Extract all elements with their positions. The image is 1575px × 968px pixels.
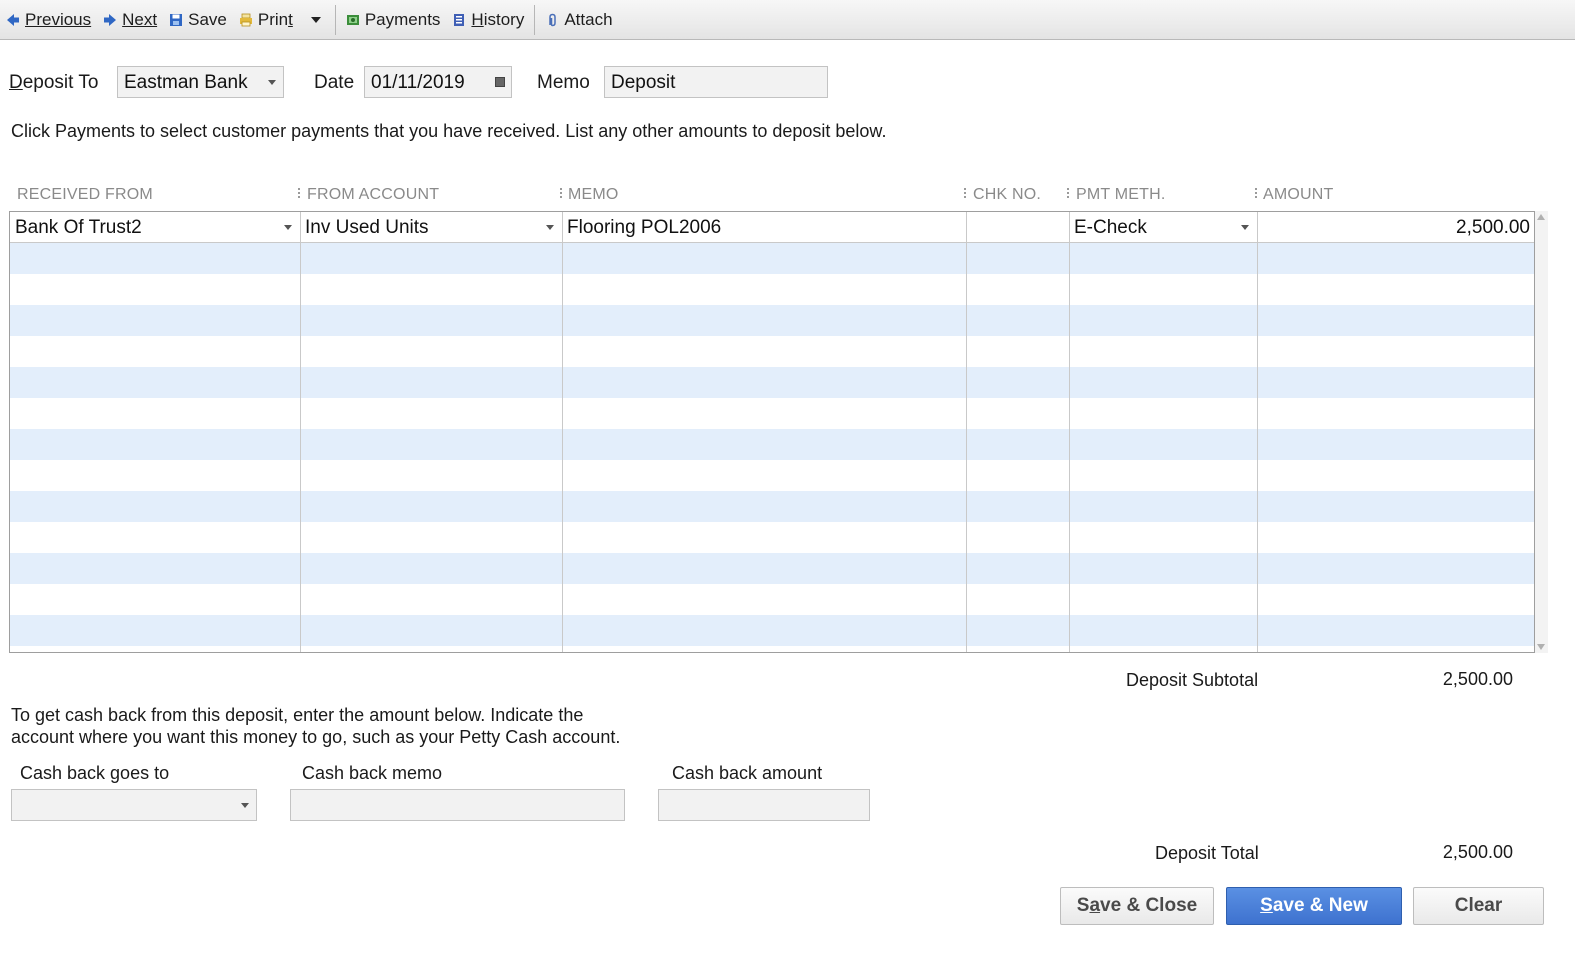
cell-amount[interactable]: 2,500.00 [1262,217,1530,239]
chevron-down-icon [268,80,276,85]
previous-label: Previous [25,9,92,29]
deposit-subtotal-value: 2,500.00 [1442,669,1513,689]
deposit-grid: Bank Of Trust2 Inv Used Units Flooring P… [9,211,1535,653]
chevron-down-icon[interactable] [284,225,292,230]
cell-memo[interactable]: Flooring POL2006 [567,217,721,239]
cash-back-goes-to-dropdown[interactable] [11,789,257,821]
cell-from-account[interactable]: Inv Used Units [305,217,429,239]
deposit-total-value: 2,500.00 [1442,842,1513,862]
save-close-button[interactable]: Save & Close [1060,887,1214,925]
table-row[interactable] [10,305,1534,336]
column-divider [562,212,563,652]
save-new-button[interactable]: Save & New [1226,887,1402,925]
save-label: Save [188,9,227,29]
arrow-right-icon [104,13,117,26]
column-header-from-account[interactable]: FROM ACCOUNT [307,186,439,204]
column-resize-handle[interactable] [964,188,966,200]
toolbar: Previous Next Save Print Payments Histor… [0,0,1575,40]
payments-button[interactable]: Payments [340,0,447,40]
table-row[interactable] [10,460,1534,491]
print-label: Print [257,9,293,29]
history-button[interactable]: History [446,0,530,40]
payments-label: Payments [364,9,441,29]
memo-label: Memo [537,72,590,93]
column-divider [300,212,301,652]
table-row[interactable] [10,553,1534,584]
column-header-received-from[interactable]: RECEIVED FROM [17,186,153,204]
scroll-down-icon[interactable] [1537,644,1545,650]
table-row[interactable] [10,491,1534,522]
column-divider [966,212,967,652]
deposit-to-label: Deposit To [9,72,99,93]
table-row[interactable] [10,336,1534,367]
cash-back-memo-field[interactable] [290,789,625,821]
save-close-label: Save & Close [1076,895,1198,916]
previous-button[interactable]: Previous [0,0,97,40]
cash-back-instructions-line1: To get cash back from this deposit, ente… [11,705,584,725]
cash-back-amount-field[interactable] [658,789,870,821]
chevron-down-icon[interactable] [546,225,554,230]
toolbar-divider [534,4,536,35]
cash-back-amount-label: Cash back amount [672,763,823,783]
table-row[interactable] [10,243,1534,274]
paperclip-icon [549,13,557,26]
history-label: History [471,9,525,29]
deposit-to-value: Eastman Bank [124,72,248,93]
cash-back-instructions-line2: account where you want this money to go,… [11,727,621,747]
table-row[interactable] [10,429,1534,460]
history-icon [454,13,465,26]
column-header-memo[interactable]: MEMO [568,186,619,204]
print-button[interactable]: Print [233,0,299,40]
clear-label: Clear [1454,895,1503,916]
next-label: Next [122,9,158,29]
deposit-subtotal-label: Deposit Subtotal [1126,670,1259,690]
cash-back-memo-label: Cash back memo [302,763,443,783]
scroll-up-icon[interactable] [1537,214,1545,220]
grid-scrollbar[interactable] [1535,211,1548,653]
memo-value: Deposit [611,72,676,93]
table-row[interactable] [10,584,1534,615]
arrow-left-icon [7,13,19,26]
column-divider [1069,212,1070,652]
cash-back-goes-to-label: Cash back goes to [20,763,170,783]
attach-button[interactable]: Attach [539,0,618,40]
date-label: Date [314,72,355,93]
printer-icon [239,13,252,26]
column-header-chk-no[interactable]: CHK NO. [973,186,1041,204]
print-dropdown-icon[interactable] [310,16,321,23]
clear-button[interactable]: Clear [1413,887,1544,925]
cell-pmt-meth[interactable]: E-Check [1074,217,1147,239]
cell-received-from[interactable]: Bank Of Trust2 [15,217,142,239]
toolbar-divider [334,4,336,35]
chevron-down-icon[interactable] [1241,225,1249,230]
table-row[interactable] [10,274,1534,305]
save-button[interactable]: Save [163,0,233,40]
next-button[interactable]: Next [97,0,163,40]
table-row[interactable] [10,398,1534,429]
table-row[interactable] [10,367,1534,398]
column-divider [1257,212,1258,652]
memo-field[interactable]: Deposit [604,66,828,98]
instructions-text: Click Payments to select customer paymen… [11,121,887,141]
payments-icon [346,14,359,25]
attach-label: Attach [564,9,613,29]
column-resize-handle[interactable] [1255,188,1257,200]
date-field[interactable]: 01/11/2019 [364,66,512,98]
column-resize-handle[interactable] [298,188,300,200]
save-new-label: Save & New [1260,895,1368,916]
column-header-pmt-meth[interactable]: PMT METH. [1076,186,1166,204]
date-value: 01/11/2019 [371,72,465,93]
table-row[interactable] [10,522,1534,553]
chevron-down-icon [241,803,249,808]
column-resize-handle[interactable] [1067,188,1069,200]
calendar-icon[interactable] [495,77,505,87]
deposit-to-dropdown[interactable]: Eastman Bank [117,66,284,98]
table-row[interactable] [10,615,1534,646]
column-header-amount[interactable]: AMOUNT [1263,186,1334,204]
column-resize-handle[interactable] [560,188,562,200]
deposit-total-label: Deposit Total [1155,843,1259,863]
floppy-disk-icon [170,13,183,26]
